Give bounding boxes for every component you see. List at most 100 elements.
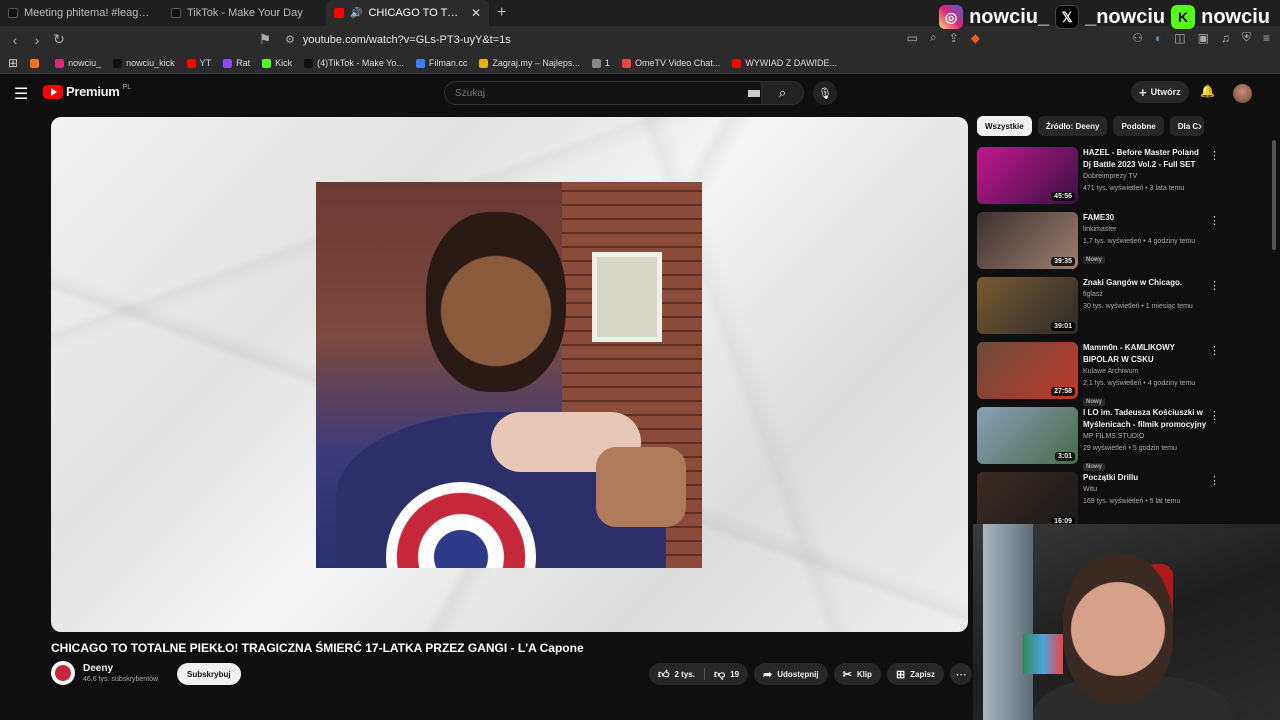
recommendation-title[interactable]: Mamm0n - KAMLIKOWY BIPOLAR W CSKU xyxy=(1083,342,1208,366)
bookmark-icon[interactable]: ⚑ xyxy=(254,28,276,50)
extension-icon[interactable]: ◐ xyxy=(1155,31,1162,45)
recommendation-title[interactable]: Początki Drillu xyxy=(1083,472,1208,484)
more-options-icon[interactable]: ⋮ xyxy=(1209,214,1220,227)
video-thumbnail[interactable]: 27:58 xyxy=(977,342,1078,399)
video-thumbnail[interactable]: 39:01 xyxy=(977,277,1078,334)
zoom-icon[interactable]: ⌕ xyxy=(930,30,937,45)
recommendation-channel[interactable]: linkimaster xyxy=(1083,224,1208,236)
recommendation-item[interactable]: 3:01 I LO im. Tadeusza Kościuszki w Myśle… xyxy=(977,406,1222,471)
share-icon[interactable]: ⇪ xyxy=(949,31,959,45)
bookmark-item[interactable]: Zagraj.my – Najleps... xyxy=(479,58,580,68)
back-icon[interactable]: ‹ xyxy=(4,29,26,51)
voice-search-mic-icon[interactable]: 🎙 xyxy=(813,81,837,105)
bookmark-item[interactable]: 1 xyxy=(591,58,610,68)
extension-icon[interactable]: ▣ xyxy=(1198,31,1209,45)
apps-grid-icon[interactable]: ⊞ xyxy=(8,56,18,70)
subscribe-button[interactable]: Subskrybuj xyxy=(177,663,241,685)
recommendation-item[interactable]: 45:56 HAZEL - Before Master Poland Dj Bat… xyxy=(977,146,1222,209)
more-options-icon[interactable]: ⋮ xyxy=(1209,344,1220,357)
dislike-button[interactable]: 👎︎ 19 xyxy=(705,663,748,685)
keyboard-icon[interactable] xyxy=(748,90,760,97)
site-info-icon[interactable]: ⚙ xyxy=(285,33,295,46)
like-button[interactable]: 👍︎ 2 tys. xyxy=(649,663,704,685)
bookmark-item[interactable]: nowciu_ xyxy=(55,58,101,68)
more-options-icon[interactable]: ⋮ xyxy=(1209,149,1220,162)
scrollbar[interactable] xyxy=(1272,140,1276,250)
recommendation-title[interactable]: Znaki Gangów w Chicago. xyxy=(1083,277,1208,289)
video-player[interactable] xyxy=(51,117,968,632)
recommendation-title[interactable]: HAZEL - Before Master Poland Dj Battle 2… xyxy=(1083,147,1208,171)
recommendation-info: Znaki Gangów w Chicago. figlasz 30 tys. wy… xyxy=(1083,277,1208,313)
recommendation-channel[interactable]: Kulawe Archiwum xyxy=(1083,366,1208,378)
chip-source[interactable]: Źródło: Deeny xyxy=(1037,116,1108,136)
hamburger-menu-icon[interactable]: ☰ xyxy=(14,84,28,104)
bookmark-item[interactable]: OmeTV Video Chat... xyxy=(621,58,720,68)
vpn-icon[interactable]: ⛨ xyxy=(1242,30,1251,45)
new-tab-button[interactable]: + xyxy=(489,4,514,22)
more-actions-icon[interactable]: ⋯ xyxy=(950,663,973,685)
recommendation-channel[interactable]: MP FILMS STUDIO xyxy=(1083,431,1208,443)
recommendation-item[interactable]: 39:01 Znaki Gangów w Chicago. figlasz 30 ty… xyxy=(977,276,1222,339)
video-duration: 39:01 xyxy=(1051,322,1075,331)
recommendation-item[interactable]: 27:58 Mamm0n - KAMLIKOWY BIPOLAR W CSKU Ku… xyxy=(977,341,1222,406)
share-button[interactable]: ➦ Udostępnij xyxy=(754,663,828,685)
video-thumbnail[interactable]: 39:35 xyxy=(977,212,1078,269)
brave-shield-icon[interactable]: ◆ xyxy=(971,31,980,45)
browser-tab[interactable]: TikTok - Make Your Day xyxy=(163,0,326,26)
search-button[interactable]: ⌕ xyxy=(762,81,804,105)
clip-button[interactable]: ✂ Klip xyxy=(833,663,881,685)
subscriber-count: 46,6 tys. subskrybentów xyxy=(83,676,159,683)
browser-tab[interactable]: Meeting phitema! #leagueoflegends xyxy=(0,0,163,26)
save-button[interactable]: ⊞ Zapisz xyxy=(886,663,945,685)
plus-icon: + xyxy=(1139,84,1147,100)
recommendation-channel[interactable]: Witu xyxy=(1083,484,1208,496)
bookmark-item[interactable]: Filman.cc xyxy=(415,58,467,68)
video-thumbnail[interactable]: 3:01 xyxy=(977,407,1078,464)
music-icon[interactable]: ♫ xyxy=(1221,31,1230,45)
recommendations-list: 45:56 HAZEL - Before Master Poland Dj Bat… xyxy=(977,146,1222,536)
channel-avatar[interactable] xyxy=(51,661,75,685)
recommendation-info: HAZEL - Before Master Poland Dj Battle 2… xyxy=(1083,147,1208,195)
recommendation-item[interactable]: 39:35 FAME30 linkimaster 1,7 tys. wyświetle… xyxy=(977,211,1222,274)
cast-icon[interactable]: ▭ xyxy=(907,31,918,45)
video-thumbnail[interactable]: 16:09 xyxy=(977,472,1078,529)
recommendation-channel[interactable]: figlasz xyxy=(1083,289,1208,301)
extension-icon[interactable]: ⚇ xyxy=(1132,31,1143,45)
bookmark-item[interactable]: nowciu_kick xyxy=(113,58,175,68)
kick-icon xyxy=(262,58,272,68)
video-thumbnail[interactable]: 45:56 xyxy=(977,147,1078,204)
account-avatar[interactable] xyxy=(1233,84,1252,103)
bookmark-item[interactable]: YT xyxy=(186,58,211,68)
channel-name[interactable]: Deeny xyxy=(83,663,158,674)
recommendation-title[interactable]: FAME30 xyxy=(1083,212,1208,224)
chip-similar[interactable]: Podobne xyxy=(1113,116,1164,136)
close-tab-icon[interactable]: ✕ xyxy=(471,6,481,20)
extension-icon[interactable]: ◫ xyxy=(1174,31,1185,45)
reload-icon[interactable]: ↻ xyxy=(48,29,70,51)
chip-all[interactable]: Wszystkie xyxy=(977,116,1032,136)
forward-icon[interactable]: › xyxy=(26,29,48,51)
url-text: youtube.com/watch?v=GLs-PT3-uyY&t=1s xyxy=(302,33,511,46)
speaker-icon[interactable]: 🔊 xyxy=(350,8,362,19)
thumbs-down-icon: 👎︎ xyxy=(713,668,726,681)
browser-tab-active[interactable]: 🔊 CHICAGO TO TOTALNE PIEKŁO ✕ xyxy=(326,0,489,26)
more-options-icon[interactable]: ⋮ xyxy=(1209,409,1220,422)
more-options-icon[interactable]: ⋮ xyxy=(1209,474,1220,487)
video-duration: 39:35 xyxy=(1051,257,1075,266)
recommendation-title[interactable]: I LO im. Tadeusza Kościuszki w Myślenica… xyxy=(1083,407,1208,431)
bookmark-item[interactable]: Kick xyxy=(262,58,292,68)
more-options-icon[interactable]: ⋮ xyxy=(1209,279,1220,292)
chevron-right-icon[interactable]: › xyxy=(1198,119,1202,133)
bookmark-item[interactable] xyxy=(30,58,43,68)
notifications-bell-icon[interactable]: 🔔 xyxy=(1200,84,1215,98)
recommendation-channel[interactable]: Dobreimprezy TV xyxy=(1083,171,1208,183)
bookmark-item[interactable]: (4)TikTok - Make Yo... xyxy=(304,58,404,68)
menu-icon[interactable]: ≡ xyxy=(1263,31,1270,45)
address-bar[interactable]: ⚙ youtube.com/watch?v=GLs-PT3-uyY&t=1s xyxy=(285,26,511,53)
search-input[interactable] xyxy=(444,81,762,105)
bookmark-item[interactable]: Rat xyxy=(223,58,250,68)
bookmark-item[interactable]: WYWIAD Z DAWIDE... xyxy=(732,58,837,68)
youtube-premium-logo[interactable]: Premium PL xyxy=(43,84,131,99)
create-button[interactable]: + Utwórz xyxy=(1131,81,1189,103)
game-icon xyxy=(479,58,489,68)
